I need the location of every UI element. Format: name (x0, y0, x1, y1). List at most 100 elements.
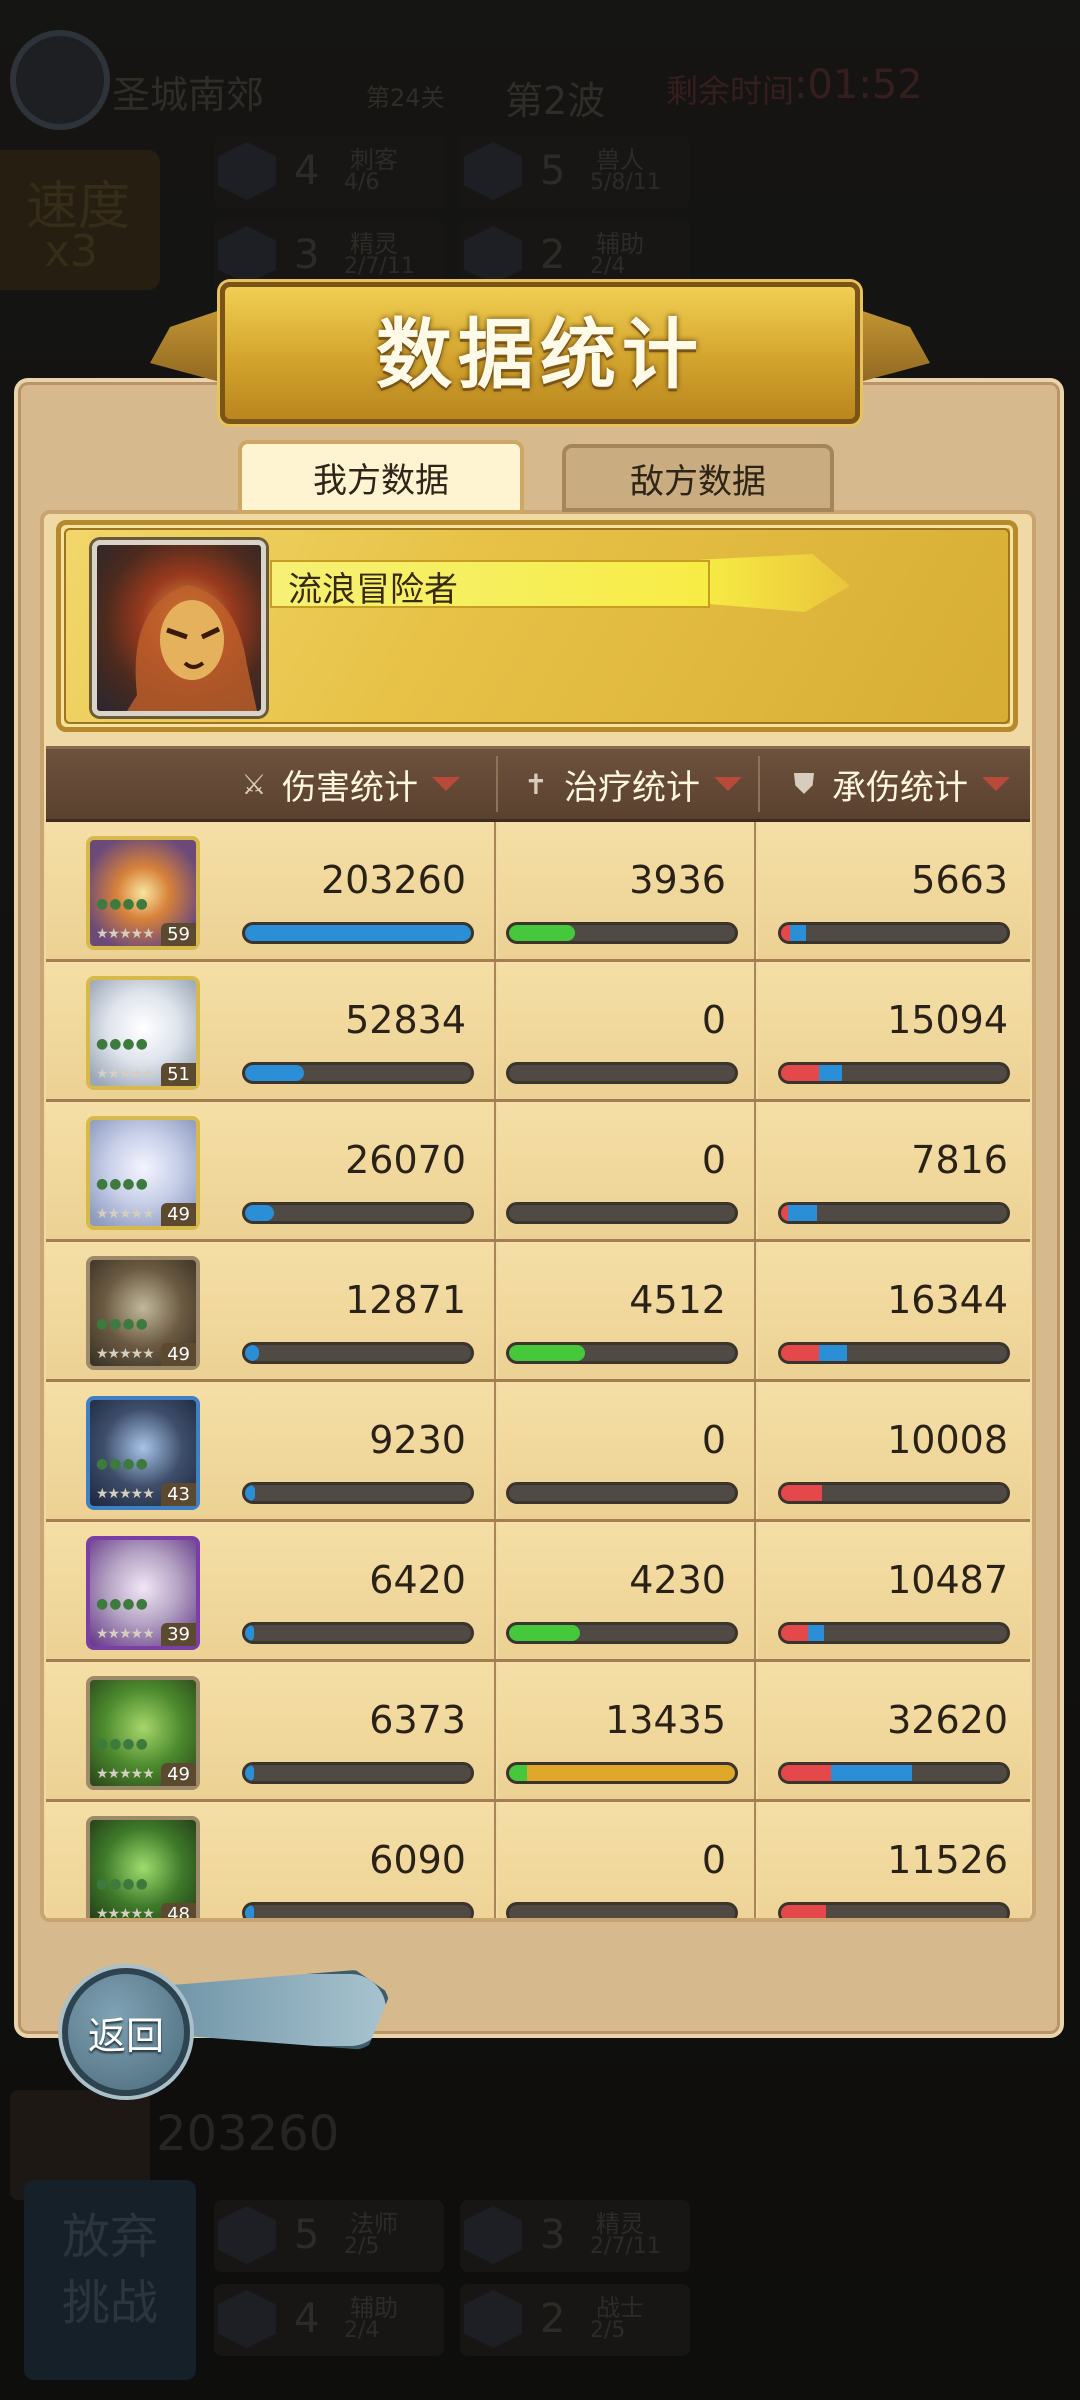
healing-column-header[interactable]: ✝ 治疗统计 (522, 746, 742, 822)
healing-bar-fill (509, 1625, 581, 1641)
damage-bar-fill (245, 1345, 259, 1361)
damage-bar-fill (245, 1065, 304, 1081)
damage-bar (242, 1902, 474, 1918)
sort-dropdown-icon (982, 777, 1010, 791)
hero-portrait (92, 540, 266, 716)
damage-cell: ●●●● ★★★★★ 49 12871 (46, 1242, 496, 1379)
healing-bar (506, 1482, 738, 1504)
column-divider (758, 756, 760, 812)
skill-dots-icon: ●●●● (96, 1456, 149, 1472)
column-divider (496, 756, 498, 812)
taken-bar-red-fill (781, 1065, 820, 1081)
skill-dots-icon: ●●●● (96, 896, 149, 912)
stats-table[interactable]: ●●●● ★★★★★ 59 203260 3936 5663 ●●●● ★★★★… (46, 822, 1030, 1918)
taken-value: 15094 (887, 998, 1008, 1042)
healing-cell: 13435 (498, 1662, 756, 1799)
skill-dots-icon: ●●●● (96, 1736, 149, 1752)
tab-enemy-data[interactable]: 敌方数据 (562, 444, 834, 512)
table-row[interactable]: ●●●● ★★★★★ 49 12871 4512 16344 (46, 1242, 1030, 1382)
damage-bar (242, 1342, 474, 1364)
healing-cell: 3936 (498, 822, 756, 959)
table-row[interactable]: ●●●● ★★★★★ 39 6420 4230 10487 (46, 1522, 1030, 1662)
tab-my-data[interactable]: 我方数据 (238, 440, 524, 514)
taken-bar-red-fill (781, 1765, 831, 1781)
taken-value: 16344 (887, 1278, 1008, 1322)
hero-avatar[interactable]: ●●●● ★★★★★ 48 (86, 1816, 200, 1918)
healing-value: 3936 (629, 858, 726, 902)
damage-value: 203260 (320, 858, 466, 902)
taken-cell: 11526 (758, 1802, 1030, 1918)
damage-bar (242, 1062, 474, 1084)
healing-value: 0 (701, 998, 726, 1042)
table-row[interactable]: ●●●● ★★★★★ 51 52834 0 15094 (46, 962, 1030, 1102)
hero-level: 49 (161, 1763, 196, 1786)
hero-avatar[interactable]: ●●●● ★★★★★ 51 (86, 976, 200, 1090)
damage-column-label: 伤害统计 (282, 767, 418, 808)
hero-avatar[interactable]: ●●●● ★★★★★ 49 (86, 1256, 200, 1370)
healing-value: 0 (701, 1418, 726, 1462)
damage-value: 12871 (345, 1278, 466, 1322)
taken-bar-blue-fill (819, 1065, 842, 1081)
return-button[interactable]: 返回 (62, 1968, 190, 2096)
hero-avatar[interactable]: ●●●● ★★★★★ 49 (86, 1116, 200, 1230)
star-rating-icon: ★★★★★ (96, 1066, 155, 1082)
damage-column-header[interactable]: ⚔ 伤害统计 (240, 746, 460, 822)
damage-bar-fill (245, 1625, 255, 1641)
healing-value: 13435 (605, 1698, 726, 1742)
taken-column-header[interactable]: ⛊ 承伤统计 (790, 746, 1010, 822)
healing-bar (506, 1342, 738, 1364)
damage-bar (242, 1622, 474, 1644)
hero-avatar[interactable]: ●●●● ★★★★★ 43 (86, 1396, 200, 1510)
taken-bar-red-fill (781, 1905, 827, 1918)
taken-bar-blue-fill (787, 1205, 818, 1221)
sort-dropdown-icon (432, 777, 460, 791)
damage-bar (242, 1762, 474, 1784)
damage-cell: ●●●● ★★★★★ 48 6090 (46, 1802, 496, 1918)
taken-bar-blue-fill (790, 925, 806, 941)
damage-bar-fill (245, 1205, 275, 1221)
table-row[interactable]: ●●●● ★★★★★ 43 9230 0 10008 (46, 1382, 1030, 1522)
hero-avatar[interactable]: ●●●● ★★★★★ 49 (86, 1676, 200, 1790)
healing-bar (506, 1762, 738, 1784)
hero-level: 39 (161, 1623, 196, 1646)
star-rating-icon: ★★★★★ (96, 1906, 155, 1918)
skill-dots-icon: ●●●● (96, 1036, 149, 1052)
healing-cell: 0 (498, 1102, 756, 1239)
healing-cell: 0 (498, 1382, 756, 1519)
hero-avatar[interactable]: ●●●● ★★★★★ 59 (86, 836, 200, 950)
hero-level: 59 (161, 923, 196, 946)
table-row[interactable]: ●●●● ★★★★★ 59 203260 3936 5663 (46, 822, 1030, 962)
damage-value: 26070 (345, 1138, 466, 1182)
taken-bar-red-fill (781, 1205, 788, 1221)
hero-avatar[interactable]: ●●●● ★★★★★ 39 (86, 1536, 200, 1650)
sword-icon: ⚔ (241, 767, 267, 801)
damage-value: 9230 (369, 1418, 466, 1462)
healing-bar-fill (509, 925, 576, 941)
damage-bar (242, 922, 474, 944)
star-rating-icon: ★★★★★ (96, 1206, 155, 1222)
healing-value: 4512 (629, 1278, 726, 1322)
table-row[interactable]: ●●●● ★★★★★ 48 6090 0 11526 (46, 1802, 1030, 1918)
taken-bar (778, 1062, 1010, 1084)
taken-bar (778, 1202, 1010, 1224)
hero-level: 49 (161, 1203, 196, 1226)
healing-cell: 4230 (498, 1522, 756, 1659)
table-row[interactable]: ●●●● ★★★★★ 49 6373 13435 32620 (46, 1662, 1030, 1802)
hero-level: 43 (161, 1483, 196, 1506)
skill-dots-icon: ●●●● (96, 1176, 149, 1192)
damage-bar-fill (245, 1905, 255, 1918)
damage-bar (242, 1202, 474, 1224)
skill-dots-icon: ●●●● (96, 1316, 149, 1332)
cross-icon: ✝ (524, 767, 548, 801)
damage-cell: ●●●● ★★★★★ 59 203260 (46, 822, 496, 959)
healing-column-label: 治疗统计 (564, 767, 700, 808)
taken-bar (778, 1902, 1010, 1918)
taken-value: 5663 (911, 858, 1008, 902)
taken-bar-red-fill (781, 1345, 820, 1361)
damage-cell: ●●●● ★★★★★ 49 26070 (46, 1102, 496, 1239)
damage-cell: ●●●● ★★★★★ 39 6420 (46, 1522, 496, 1659)
taken-value: 7816 (911, 1138, 1008, 1182)
healing-bar (506, 922, 738, 944)
star-rating-icon: ★★★★★ (96, 926, 155, 942)
table-row[interactable]: ●●●● ★★★★★ 49 26070 0 7816 (46, 1102, 1030, 1242)
